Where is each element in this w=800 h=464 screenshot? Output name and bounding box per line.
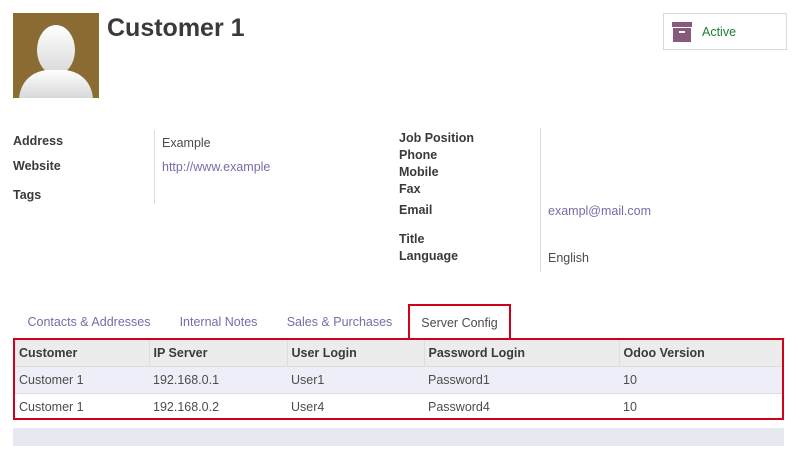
cell-ip-server: 192.168.0.2 [149, 392, 287, 418]
cell-ip-server: 192.168.0.1 [149, 365, 287, 393]
cell-odoo-version: 10 [619, 365, 782, 393]
active-status-label: Active [702, 24, 737, 39]
cell-customer: Customer 1 [15, 365, 149, 393]
table-header-row: Customer IP Server User Login Password L… [15, 340, 782, 366]
person-silhouette-icon [19, 25, 93, 98]
archive-icon [672, 21, 692, 42]
table-row[interactable]: Customer 1 192.168.0.1 User1 Password1 1… [15, 365, 782, 393]
cell-password-login: Password4 [424, 392, 619, 418]
column-header-user-login[interactable]: User Login [287, 340, 425, 366]
job-position-label: Job Position [399, 131, 474, 145]
language-label: Language [399, 249, 459, 263]
cell-odoo-version: 10 [619, 392, 782, 418]
field-divider [540, 128, 541, 272]
website-label: Website [13, 159, 61, 173]
email-label: Email [399, 203, 433, 217]
fax-label: Fax [399, 182, 421, 196]
column-header-password-login[interactable]: Password Login [424, 340, 620, 366]
address-label: Address [13, 134, 64, 148]
customer-avatar[interactable] [13, 13, 99, 98]
tab-contacts-addresses[interactable]: Contacts & Addresses [18, 304, 160, 339]
email-link[interactable]: exampl@mail.com [548, 204, 651, 218]
address-value: Example [162, 136, 211, 150]
table-footer [13, 428, 784, 446]
cell-user-login: User4 [287, 392, 424, 418]
field-divider [154, 130, 155, 204]
title-label: Title [399, 232, 425, 246]
server-config-table: Customer IP Server User Login Password L… [13, 338, 784, 420]
column-header-customer[interactable]: Customer [15, 340, 150, 366]
column-header-ip-server[interactable]: IP Server [149, 340, 288, 366]
website-link[interactable]: http://www.example [162, 160, 270, 174]
tab-sales-purchases[interactable]: Sales & Purchases [277, 304, 402, 339]
record-title: Customer 1 [107, 14, 245, 42]
tab-server-config[interactable]: Server Config [408, 304, 511, 340]
cell-customer: Customer 1 [15, 392, 149, 418]
cell-password-login: Password1 [424, 365, 619, 393]
mobile-label: Mobile [399, 165, 439, 179]
column-header-odoo-version[interactable]: Odoo Version [619, 340, 782, 366]
active-status-button[interactable]: Active [663, 13, 787, 50]
language-value: English [548, 251, 589, 265]
table-row[interactable]: Customer 1 192.168.0.2 User4 Password4 1… [15, 392, 782, 418]
cell-user-login: User1 [287, 365, 424, 393]
tags-label: Tags [13, 188, 42, 202]
tab-internal-notes[interactable]: Internal Notes [168, 304, 269, 339]
phone-label: Phone [399, 148, 438, 162]
